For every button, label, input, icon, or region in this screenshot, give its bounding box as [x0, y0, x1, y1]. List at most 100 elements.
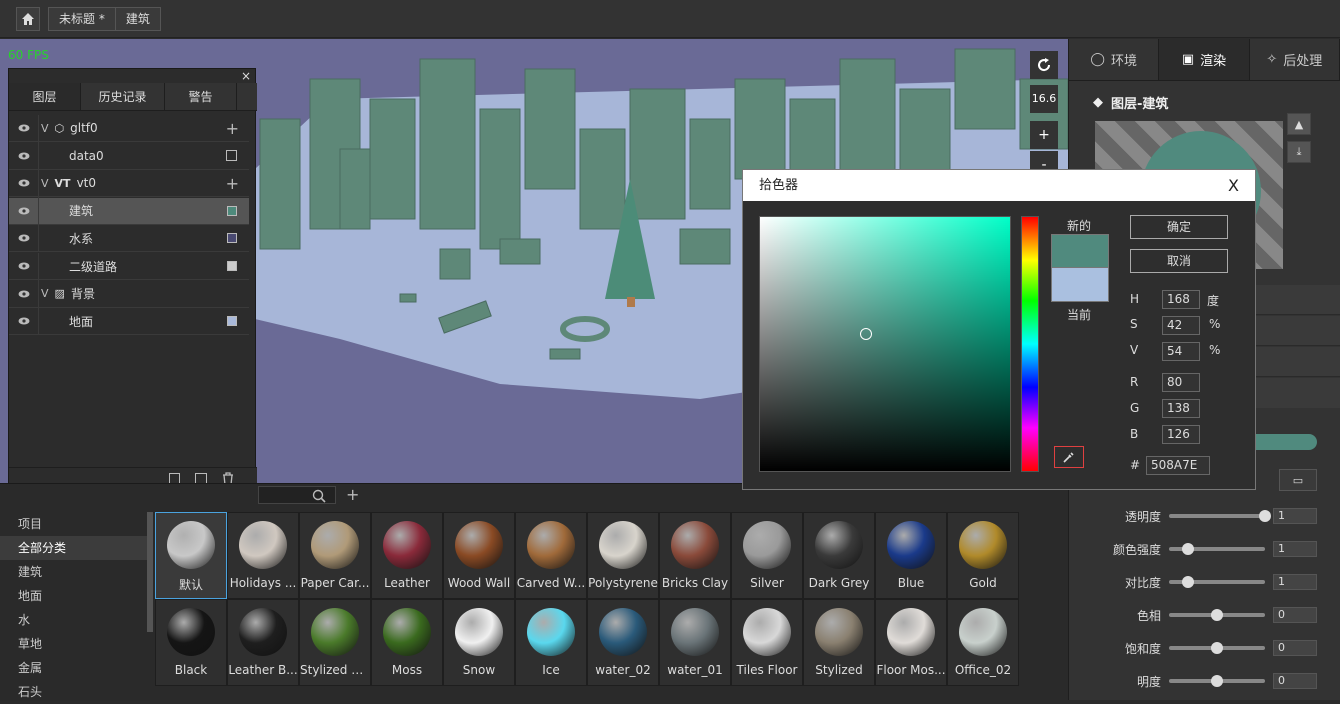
cancel-button[interactable]: 取消 — [1130, 249, 1228, 273]
material-tile[interactable]: Silver — [731, 512, 803, 599]
slider-value[interactable]: 0 — [1273, 673, 1317, 689]
slider-track[interactable] — [1169, 576, 1265, 588]
category-item[interactable]: 金属 — [0, 656, 150, 680]
material-tile[interactable]: Holidays ... — [227, 512, 299, 599]
upload-button[interactable]: ▲ — [1287, 113, 1311, 135]
slider-knob[interactable] — [1211, 642, 1223, 654]
material-tile[interactable]: Dark Grey — [803, 512, 875, 599]
layer-row[interactable]: 建筑 — [9, 197, 249, 225]
slider-knob[interactable] — [1211, 609, 1223, 621]
category-item[interactable]: 项目 — [0, 512, 150, 536]
current-color-swatch[interactable] — [1051, 268, 1109, 302]
tab-warnings[interactable]: 警告 — [165, 83, 237, 110]
layer-row[interactable]: 二级道路 — [9, 252, 249, 280]
hue-slider[interactable] — [1021, 216, 1039, 472]
layer-row[interactable]: V ▨ 背景 — [9, 280, 249, 308]
eye-icon[interactable] — [9, 169, 39, 197]
slider-track[interactable] — [1169, 510, 1271, 522]
add-icon[interactable]: + — [226, 174, 239, 193]
material-tile[interactable]: water_01 — [659, 599, 731, 686]
material-tile[interactable]: Tiles Floor — [731, 599, 803, 686]
layer-row[interactable]: data0 — [9, 142, 249, 170]
tab-history[interactable]: 历史记录 — [81, 83, 165, 110]
eye-icon[interactable] — [9, 142, 39, 170]
material-tile[interactable]: Ice — [515, 599, 587, 686]
category-item[interactable]: 水 — [0, 608, 150, 632]
layer-row[interactable]: 水系 — [9, 224, 249, 253]
zoom-in-button[interactable]: + — [1030, 121, 1058, 149]
close-icon[interactable]: × — [241, 69, 251, 83]
eye-icon[interactable] — [9, 224, 39, 252]
chevron-down-icon[interactable]: V — [41, 287, 49, 300]
hue-field[interactable]: 168 — [1162, 290, 1200, 309]
chevron-down-icon[interactable]: V — [41, 177, 49, 190]
saturation-value-area[interactable] — [759, 216, 1011, 472]
document-title[interactable]: 未标题 * — [49, 8, 115, 30]
tab-post-processing[interactable]: ✧ 后处理 — [1250, 39, 1340, 80]
tab-layers[interactable]: 图层 — [9, 83, 81, 110]
ok-button[interactable]: 确定 — [1130, 215, 1228, 239]
material-tile[interactable]: Moss — [371, 599, 443, 686]
material-tile[interactable]: Leather B... — [227, 599, 299, 686]
close-icon[interactable]: X — [1228, 170, 1239, 201]
material-tile[interactable]: Gold — [947, 512, 1019, 599]
material-tile[interactable]: 默认 — [155, 512, 227, 599]
category-item[interactable]: 地面 — [0, 584, 150, 608]
category-item[interactable]: 石头 — [0, 680, 150, 704]
slider-value[interactable]: 0 — [1273, 607, 1317, 623]
saturation-field[interactable]: 42 — [1162, 316, 1200, 335]
material-tile[interactable]: Paper Car... — [299, 512, 371, 599]
slider-value[interactable]: 1 — [1273, 508, 1317, 524]
layer-row[interactable]: V VT vt0 + — [9, 169, 249, 198]
slider-knob[interactable] — [1182, 543, 1195, 555]
layer-color-swatch[interactable] — [227, 233, 237, 244]
material-tile[interactable]: Wood Wall — [443, 512, 515, 599]
chevron-down-icon[interactable]: V — [41, 122, 49, 135]
blue-field[interactable]: 126 — [1162, 425, 1200, 444]
category-item[interactable]: 全部分类 — [0, 536, 150, 560]
eye-icon[interactable] — [9, 114, 39, 142]
home-button[interactable] — [16, 7, 40, 31]
edit-icon[interactable] — [226, 150, 237, 162]
layer-row[interactable]: 地面 — [9, 307, 249, 336]
hex-field[interactable]: 508A7E — [1146, 456, 1210, 475]
add-material-icon[interactable]: + — [346, 485, 359, 504]
layer-color-swatch[interactable] — [227, 316, 237, 327]
slider-value[interactable]: 0 — [1273, 640, 1317, 656]
eye-icon[interactable] — [9, 280, 39, 308]
category-item[interactable]: 草地 — [0, 632, 150, 656]
material-tile[interactable]: Leather — [371, 512, 443, 599]
slider-value[interactable]: 1 — [1273, 574, 1317, 590]
folder-button[interactable]: ▭ — [1279, 469, 1317, 491]
slider-knob[interactable] — [1259, 510, 1271, 522]
slider-knob[interactable] — [1211, 675, 1223, 687]
slider-track[interactable] — [1169, 609, 1265, 621]
eye-icon[interactable] — [9, 252, 39, 280]
material-tile[interactable]: Stylized — [803, 599, 875, 686]
material-tile[interactable]: Floor Mos... — [875, 599, 947, 686]
zoom-out-button[interactable]: - — [1030, 151, 1058, 169]
slider-track[interactable] — [1169, 642, 1265, 654]
layer-row[interactable]: V ⬡ gltf0 + — [9, 114, 249, 142]
material-tile[interactable]: Snow — [443, 599, 515, 686]
search-icon[interactable] — [312, 489, 326, 503]
eyedropper-button[interactable] — [1054, 446, 1084, 468]
category-scrollbar[interactable] — [147, 512, 153, 632]
breadcrumb-item[interactable]: 建筑 — [114, 8, 160, 30]
value-field[interactable]: 54 — [1162, 342, 1200, 361]
layer-color-swatch[interactable] — [227, 261, 237, 271]
material-tile[interactable]: Stylized G... — [299, 599, 371, 686]
material-tile[interactable]: Polystyrene — [587, 512, 659, 599]
material-tile[interactable]: water_02 — [587, 599, 659, 686]
reset-view-button[interactable] — [1030, 51, 1058, 79]
add-icon[interactable]: + — [226, 119, 239, 138]
red-field[interactable]: 80 — [1162, 373, 1200, 392]
layer-color-swatch[interactable] — [227, 205, 237, 216]
material-tile[interactable]: Blue — [875, 512, 947, 599]
eye-icon[interactable] — [9, 197, 39, 225]
slider-knob[interactable] — [1182, 576, 1195, 588]
tab-render[interactable]: ▣ 渲染 — [1159, 39, 1250, 80]
slider-track[interactable] — [1169, 675, 1265, 687]
download-button[interactable]: ⤓ — [1287, 141, 1311, 163]
slider-value[interactable]: 1 — [1273, 541, 1317, 557]
